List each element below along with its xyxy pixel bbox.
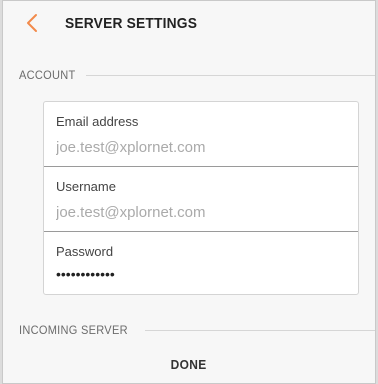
top-bar: SERVER SETTINGS — [3, 1, 375, 47]
account-section-label: ACCOUNT — [19, 68, 76, 82]
done-button-label: DONE — [170, 357, 208, 372]
section-divider — [145, 329, 375, 331]
incoming-server-section-label: INCOMING SERVER — [19, 323, 128, 337]
back-button[interactable] — [21, 10, 45, 36]
email-label: Email address — [56, 114, 139, 129]
account-card: Email address Username Password — [43, 101, 359, 295]
password-label: Password — [56, 244, 114, 259]
email-input[interactable] — [56, 139, 346, 156]
username-field: Username — [44, 167, 358, 232]
done-button[interactable]: DONE — [3, 357, 375, 372]
incoming-server-section-header: INCOMING SERVER — [19, 322, 375, 338]
email-field: Email address — [44, 102, 358, 167]
section-divider — [86, 74, 375, 76]
username-label: Username — [56, 179, 116, 194]
password-input[interactable] — [56, 266, 346, 282]
account-section-header: ACCOUNT — [19, 67, 375, 83]
username-input[interactable] — [56, 204, 346, 221]
chevron-left-icon — [27, 14, 37, 32]
page-title: SERVER SETTINGS — [65, 15, 198, 32]
password-field: Password — [44, 232, 358, 296]
server-settings-screen: SERVER SETTINGS ACCOUNT Email address Us… — [2, 0, 376, 384]
